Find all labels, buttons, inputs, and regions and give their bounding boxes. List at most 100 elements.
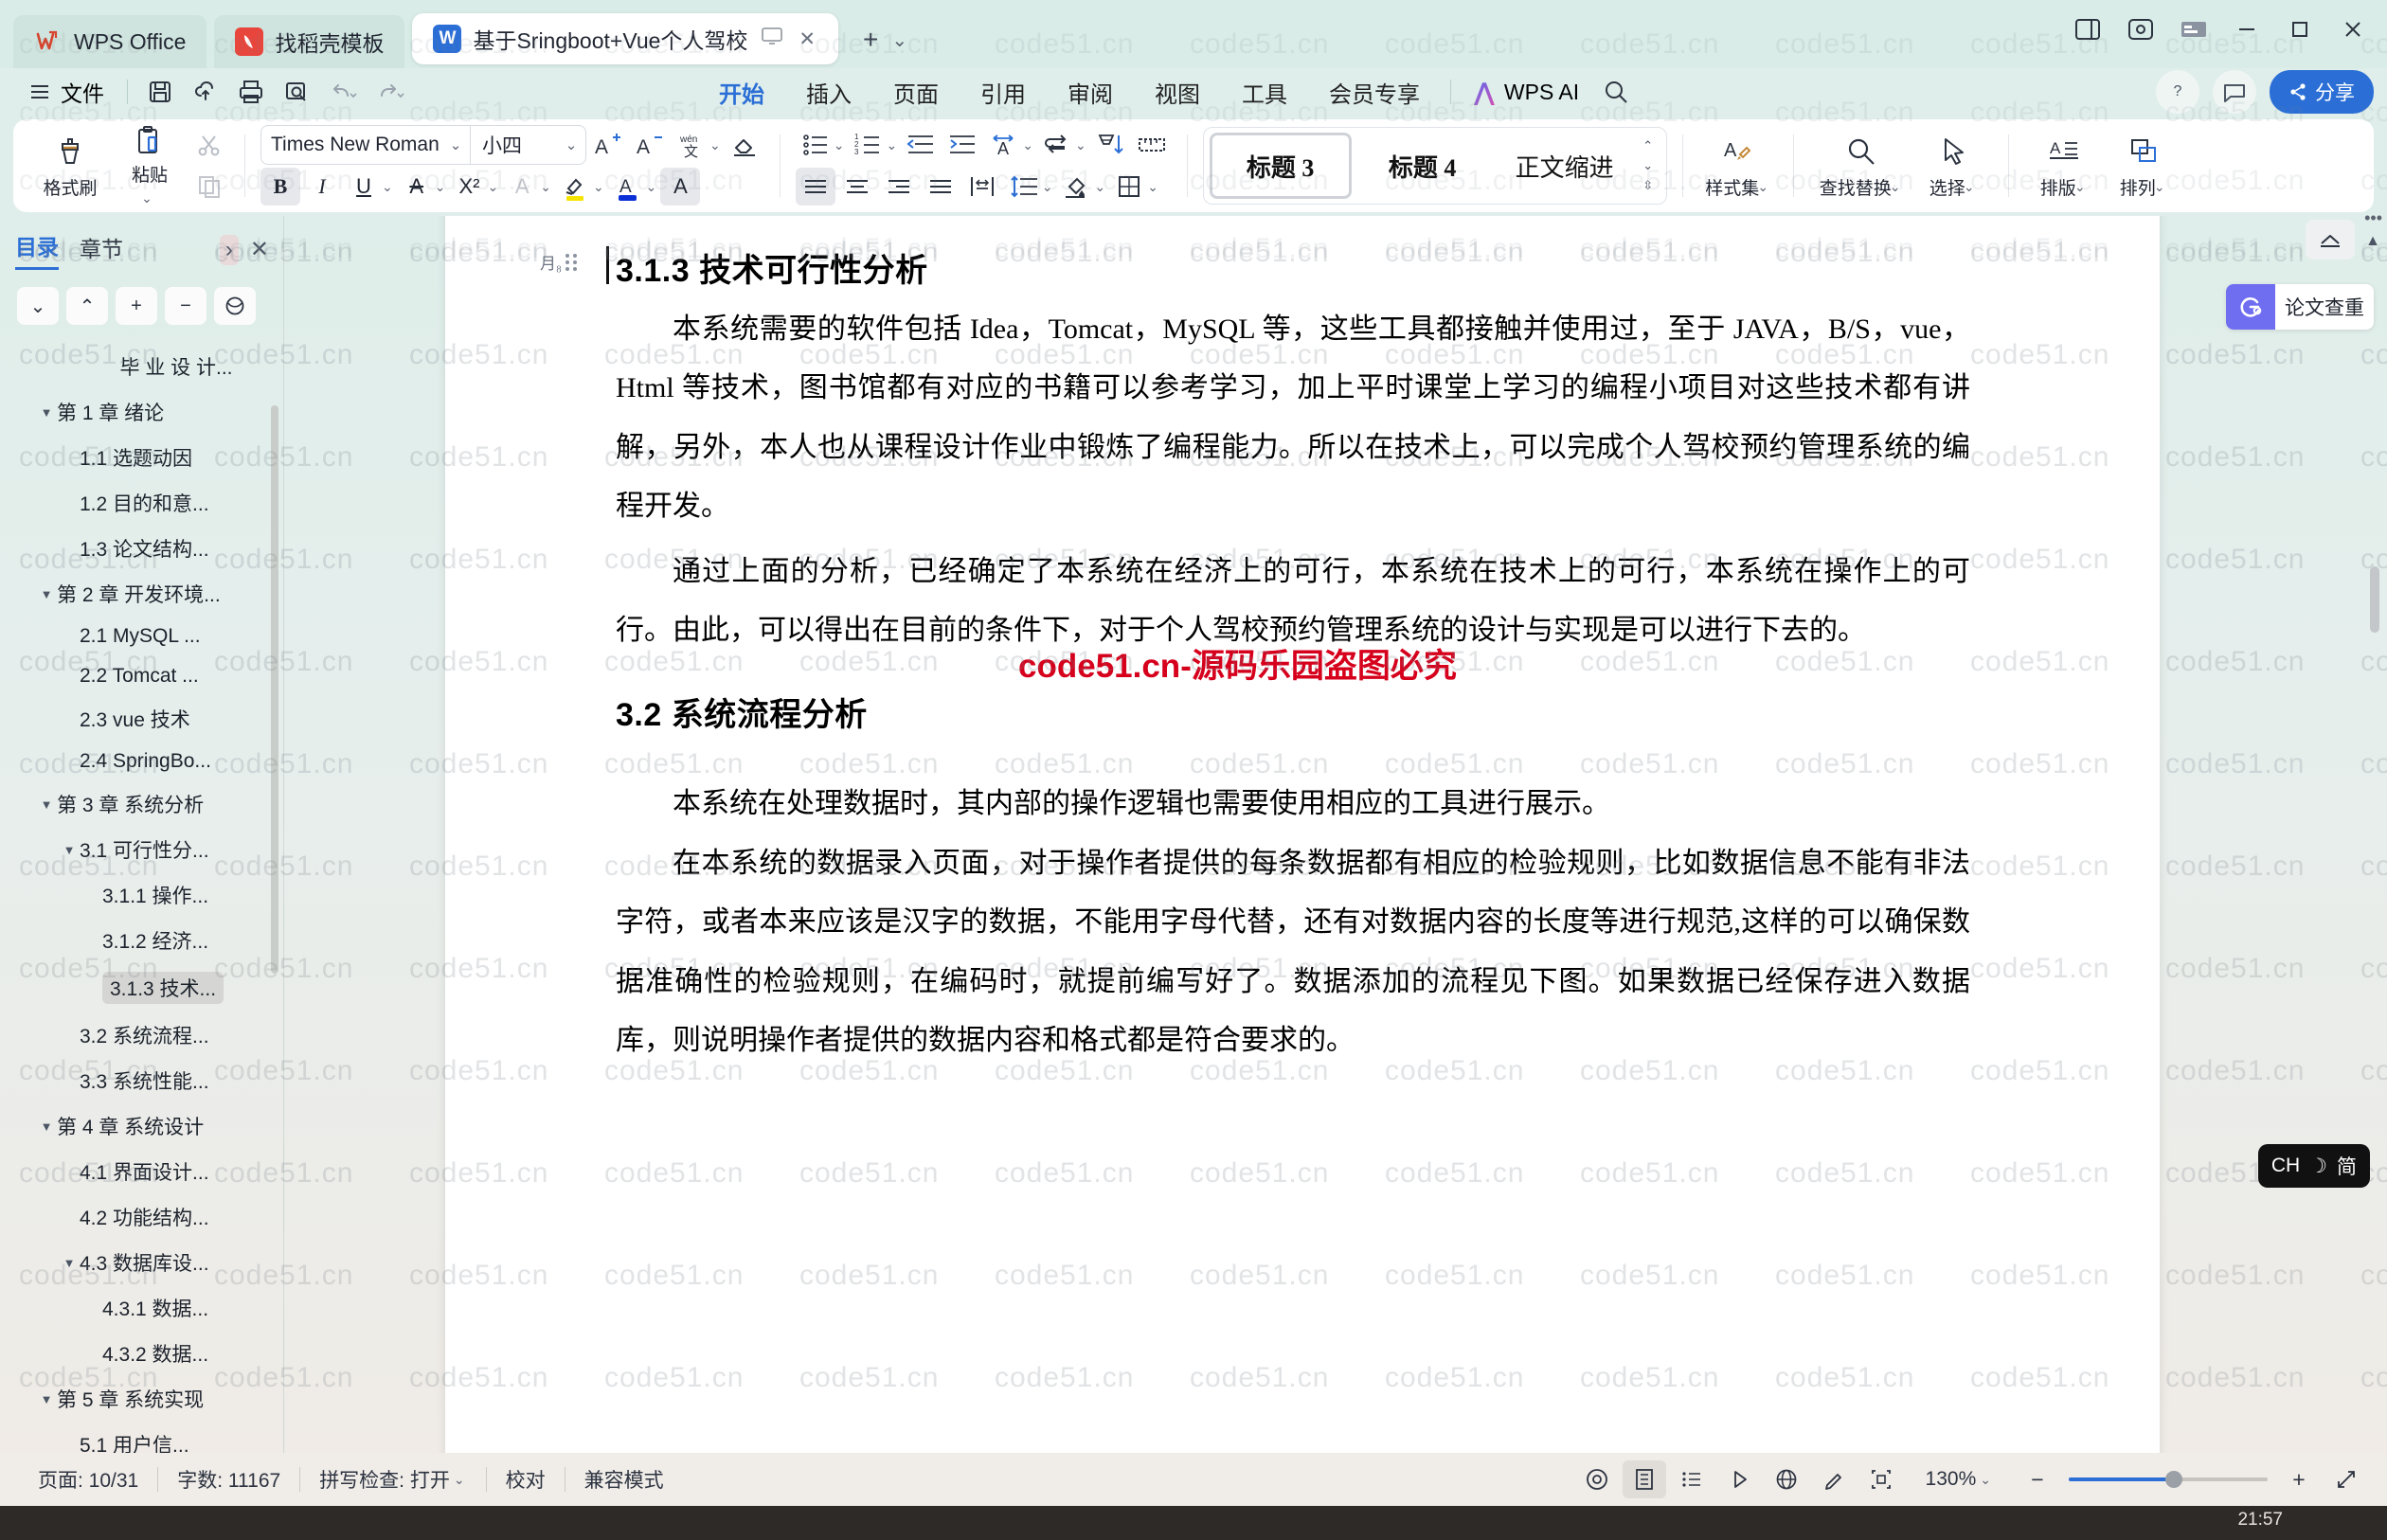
- sidebar-toggle-icon[interactable]: [2061, 5, 2114, 54]
- collapse-up-icon[interactable]: ⌃: [66, 287, 108, 325]
- chevron-down-icon[interactable]: ⌄: [1980, 1472, 1991, 1488]
- chevron-down-icon[interactable]: ⌄: [593, 179, 604, 195]
- tab-list-chevron-icon[interactable]: ⌄: [891, 28, 907, 52]
- toc-item[interactable]: ▼ 3.1 可行性分...: [0, 827, 284, 872]
- increase-indent-icon[interactable]: [942, 126, 982, 164]
- chevron-down-icon[interactable]: ⌄: [454, 1472, 465, 1488]
- search-icon[interactable]: [1592, 72, 1640, 112]
- pinyin-guide-icon[interactable]: wén 文: [672, 126, 711, 164]
- toc-expand-triangle-icon[interactable]: ▼: [36, 797, 57, 812]
- file-menu-button[interactable]: 文件: [15, 76, 117, 108]
- save-icon[interactable]: [137, 72, 183, 112]
- chevron-down-icon[interactable]: ⌄: [834, 137, 845, 153]
- app-switcher-icon[interactable]: [2167, 5, 2220, 54]
- tab-monitor-icon[interactable]: [759, 27, 785, 51]
- focus-mode-icon[interactable]: [1575, 1460, 1619, 1498]
- style-heading-4[interactable]: 标题 4: [1352, 133, 1494, 199]
- document-scrollbar[interactable]: [2370, 566, 2379, 633]
- grow-font-button[interactable]: A: [588, 126, 628, 164]
- sort-icon[interactable]: [1090, 126, 1130, 164]
- new-tab-button[interactable]: +: [863, 25, 878, 55]
- borders-icon[interactable]: [1109, 168, 1149, 206]
- numbered-list-icon[interactable]: 123: [848, 126, 888, 164]
- redo-icon[interactable]: [367, 72, 414, 112]
- word-count[interactable]: 字数: 11167: [158, 1465, 299, 1494]
- style-set-button[interactable]: A 样式集 ⌄: [1698, 125, 1778, 206]
- paragraph-1[interactable]: 本系统需要的软件包括 Idea，Tomcat，MySQL 等，这些工具都接触并使…: [616, 300, 1970, 537]
- page-view-icon[interactable]: [1622, 1460, 1666, 1498]
- reading-view-icon[interactable]: [1717, 1460, 1761, 1498]
- tab-review[interactable]: 审阅: [1047, 72, 1134, 113]
- asian-layout-icon[interactable]: A: [984, 126, 1024, 164]
- cloud-backup-icon[interactable]: [2114, 5, 2167, 54]
- ruler-icon[interactable]: [1132, 126, 1172, 164]
- toc-item[interactable]: ▼ 第 2 章 开发环境...: [0, 571, 284, 617]
- scroll-up-icon[interactable]: ▲: [2365, 233, 2380, 250]
- toc-item[interactable]: 3.1.1 操作...: [0, 872, 284, 918]
- close-button[interactable]: [2326, 5, 2379, 54]
- style-gallery-scroll[interactable]: ⌃ ⌄ ⇳: [1636, 129, 1660, 203]
- minimize-button[interactable]: [2220, 5, 2273, 54]
- font-name-input[interactable]: Times New Roman: [261, 134, 441, 156]
- compatibility-mode[interactable]: 兼容模式: [565, 1465, 683, 1494]
- app-tab-document[interactable]: W 基于Sringboot+Vue个人驾校 ✕: [412, 13, 839, 64]
- toc-expand-triangle-icon[interactable]: ▼: [59, 1256, 80, 1270]
- proofread-button[interactable]: 校对: [487, 1465, 565, 1494]
- font-name-chevron-icon[interactable]: ⌄: [441, 136, 470, 153]
- font-size-chevron-icon[interactable]: ⌄: [557, 136, 585, 153]
- distribute-icon[interactable]: [962, 168, 1002, 206]
- tab-view[interactable]: 视图: [1134, 72, 1221, 113]
- font-color-icon[interactable]: A: [608, 168, 648, 206]
- strikethrough-button[interactable]: A: [397, 168, 437, 206]
- document-canvas[interactable]: 月₈ 3.1.3 技术可行性分析 本系统需要的软件包括 Idea，Tomcat，…: [284, 216, 2387, 1487]
- paste-button[interactable]: 粘贴 ⌄: [110, 125, 189, 206]
- zoom-level[interactable]: 130% ⌄: [1907, 1468, 2012, 1491]
- help-icon[interactable]: ?: [2156, 70, 2199, 114]
- find-replace-button[interactable]: 查找替换 ⌄: [1809, 125, 1913, 206]
- tab-close-icon[interactable]: ✕: [797, 27, 817, 51]
- toc-item[interactable]: 4.3.2 数据...: [0, 1331, 284, 1376]
- ime-status-pill[interactable]: CH ☽ 简: [2257, 1144, 2370, 1188]
- toc-item[interactable]: ▼ 4.3 数据库设...: [0, 1240, 284, 1285]
- font-size-input[interactable]: 小四: [470, 126, 557, 164]
- app-tab-docer[interactable]: 找稻壳模板: [214, 15, 405, 68]
- chevron-down-icon[interactable]: ⌄: [540, 179, 551, 195]
- scroll-more-icon[interactable]: •••: [2364, 208, 2382, 228]
- shrink-font-button[interactable]: A: [630, 126, 670, 164]
- text-effects-button[interactable]: A: [502, 168, 542, 206]
- scroll-down-icon[interactable]: ⌄: [1642, 158, 1653, 173]
- print-preview-icon[interactable]: [274, 72, 319, 112]
- paragraph-marks-icon[interactable]: [1037, 126, 1077, 164]
- chevron-down-icon[interactable]: ⌄: [487, 179, 498, 195]
- bold-button[interactable]: B: [260, 168, 300, 206]
- tab-member[interactable]: 会员专享: [1308, 72, 1441, 113]
- toc-item[interactable]: ▼ 第 3 章 系统分析: [0, 781, 284, 827]
- toc-expand-triangle-icon[interactable]: ▼: [36, 587, 57, 601]
- close-icon[interactable]: ✕: [250, 236, 269, 263]
- chevron-down-icon[interactable]: ⌄: [1964, 179, 1975, 195]
- format-painter-button[interactable]: 格式刷: [30, 125, 110, 206]
- toc-item[interactable]: 2.2 Tomcat ...: [0, 656, 284, 696]
- toc-item[interactable]: 4.2 功能结构...: [0, 1194, 284, 1240]
- collapse-down-icon[interactable]: ⌄: [17, 287, 59, 325]
- tab-insert[interactable]: 插入: [785, 72, 872, 113]
- toc-expand-triangle-icon[interactable]: ▼: [59, 843, 80, 857]
- toc-expand-triangle-icon[interactable]: ▼: [36, 405, 57, 420]
- toc-item[interactable]: 1.3 论文结构...: [0, 526, 284, 571]
- toc-item[interactable]: ▼ 第 5 章 系统实现: [0, 1376, 284, 1422]
- zoom-slider-knob[interactable]: [2165, 1471, 2182, 1488]
- shading-icon[interactable]: [1056, 168, 1096, 206]
- clear-format-icon[interactable]: [725, 126, 764, 164]
- heading-3-2[interactable]: 3.2 系统流程分析: [616, 689, 1970, 735]
- chevron-down-icon[interactable]: ⌄: [1757, 179, 1768, 195]
- drag-dots-icon[interactable]: [565, 253, 578, 271]
- toc-expand-triangle-icon[interactable]: ▼: [36, 1119, 57, 1134]
- chevron-down-icon[interactable]: ⌄: [1147, 179, 1158, 195]
- italic-button[interactable]: I: [302, 168, 342, 206]
- chevron-down-icon[interactable]: ⌄: [1890, 179, 1901, 195]
- toc-item[interactable]: 4.1 界面设计...: [0, 1149, 284, 1194]
- chevron-down-icon[interactable]: ⌄: [709, 137, 721, 153]
- line-spacing-icon[interactable]: [1004, 168, 1044, 206]
- toc-item[interactable]: 2.3 vue 技术: [0, 696, 284, 742]
- toc-expand-triangle-icon[interactable]: ▼: [36, 1392, 57, 1406]
